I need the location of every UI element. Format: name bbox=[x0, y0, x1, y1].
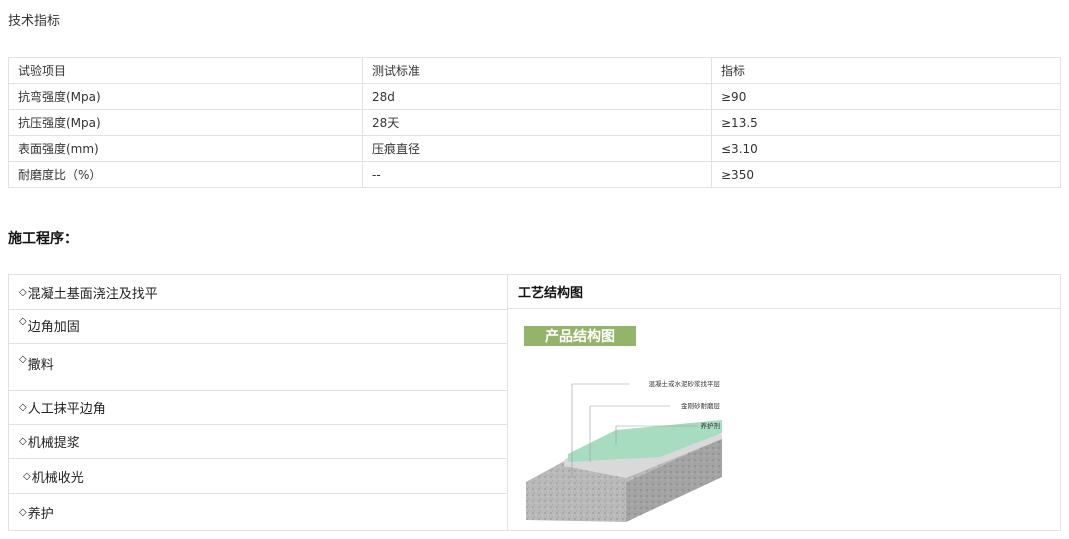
cell-value: ≥13.5 bbox=[711, 109, 1061, 136]
procedure-step: ◇ 边角加固 bbox=[9, 310, 507, 344]
step-label: 养护 bbox=[27, 506, 54, 522]
step-label: 机械提浆 bbox=[27, 436, 80, 451]
header-test-item: 试验项目 bbox=[8, 57, 363, 84]
table-row: 耐磨度比（%） -- ≥350 bbox=[8, 161, 1061, 188]
diamond-bullet-icon: ◇ bbox=[19, 354, 27, 365]
cell-item: 抗弯强度(Mpa) bbox=[8, 83, 363, 110]
cell-item: 耐磨度比（%） bbox=[8, 161, 363, 188]
procedure-step: ◇ 养护 bbox=[9, 494, 507, 530]
cell-item: 表面强度(mm) bbox=[8, 135, 363, 162]
cell-standard: -- bbox=[362, 161, 712, 188]
procedure-table: ◇ 混凝土基面浇注及找平 ◇ 边角加固 ◇ 撒料 ◇ 人工抹平边角 ◇ 机械提浆… bbox=[8, 274, 1061, 531]
procedure-steps: ◇ 混凝土基面浇注及找平 ◇ 边角加固 ◇ 撒料 ◇ 人工抹平边角 ◇ 机械提浆… bbox=[9, 275, 508, 530]
base-front-face bbox=[526, 482, 626, 522]
cell-value: ≥350 bbox=[711, 161, 1061, 188]
diagram-label: 养护剂 bbox=[701, 421, 721, 430]
diamond-bullet-icon: ◇ bbox=[23, 470, 31, 482]
diamond-bullet-icon: ◇ bbox=[19, 402, 27, 413]
product-structure-diagram: 产品结构图 混凝土或水泥砂浆找平层 金刚砂耐磨层 养护剂 bbox=[524, 326, 722, 522]
cell-value: ≥90 bbox=[711, 83, 1061, 110]
cell-standard: 28d bbox=[362, 83, 712, 110]
diamond-bullet-icon: ◇ bbox=[19, 316, 27, 327]
step-label: 人工抹平边角 bbox=[27, 402, 106, 417]
procedure-step: ◇ 人工抹平边角 bbox=[9, 391, 507, 425]
cell-item: 抗压强度(Mpa) bbox=[8, 109, 363, 136]
procedure-step: ◇ 机械提浆 bbox=[9, 425, 507, 459]
diagram-label: 金刚砂耐磨层 bbox=[681, 401, 721, 410]
spec-table: 试验项目 测试标准 指标 抗弯强度(Mpa) 28d ≥90 抗压强度(Mpa)… bbox=[8, 57, 1061, 188]
step-label: 撒料 bbox=[27, 358, 54, 373]
diagram-label: 混凝土或水泥砂浆找平层 bbox=[649, 379, 721, 388]
process-structure-header: 工艺结构图 bbox=[508, 275, 1060, 309]
process-structure-panel: 工艺结构图 产品结构图 混凝土或水泥砂浆找平层 金刚砂耐磨层 养护剂 bbox=[508, 275, 1060, 530]
header-indicator: 指标 bbox=[711, 57, 1061, 84]
diamond-bullet-icon: ◇ bbox=[19, 506, 27, 518]
cell-standard: 28天 bbox=[362, 109, 712, 136]
procedure-step: ◇ 混凝土基面浇注及找平 bbox=[9, 275, 507, 310]
page-title: 技术指标 bbox=[8, 14, 61, 29]
procedure-step: ◇ 撒料 bbox=[9, 344, 507, 391]
table-row: 抗压强度(Mpa) 28天 ≥13.5 bbox=[8, 109, 1061, 136]
step-label: 机械收光 bbox=[31, 470, 84, 486]
step-label: 边角加固 bbox=[27, 320, 80, 335]
table-header-row: 试验项目 测试标准 指标 bbox=[8, 57, 1061, 84]
step-label: 混凝土基面浇注及找平 bbox=[27, 286, 158, 302]
diagram-banner-text: 产品结构图 bbox=[545, 328, 615, 345]
table-row: 表面强度(mm) 压痕直径 ≤3.10 bbox=[8, 135, 1061, 162]
table-row: 抗弯强度(Mpa) 28d ≥90 bbox=[8, 83, 1061, 110]
diamond-bullet-icon: ◇ bbox=[19, 436, 27, 447]
procedure-step: ◇ 机械收光 bbox=[9, 459, 507, 494]
header-test-standard: 测试标准 bbox=[362, 57, 712, 84]
cell-value: ≤3.10 bbox=[711, 135, 1061, 162]
cell-standard: 压痕直径 bbox=[362, 135, 712, 162]
diamond-bullet-icon: ◇ bbox=[19, 286, 27, 298]
procedure-title: 施工程序： bbox=[8, 231, 78, 247]
